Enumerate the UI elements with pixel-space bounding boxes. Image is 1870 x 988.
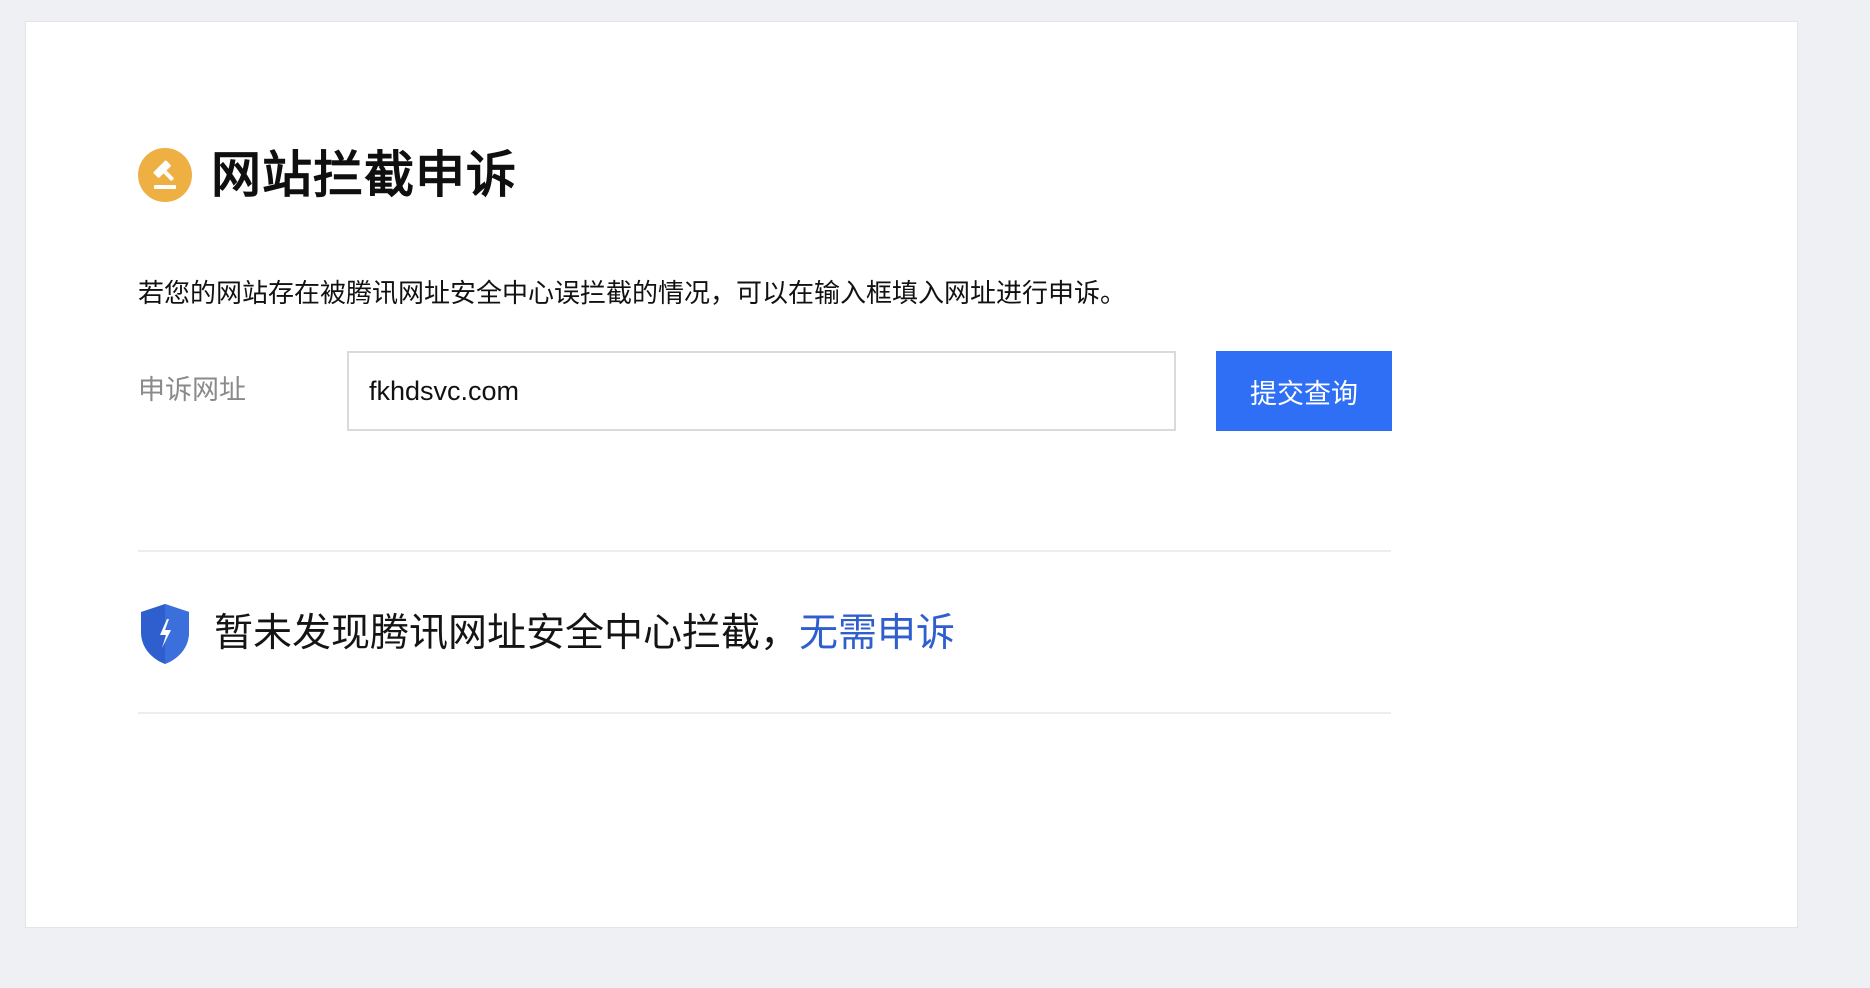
page-title: 网站拦截申诉: [211, 146, 517, 204]
url-field-label: 申诉网址: [138, 375, 246, 406]
result-message: 暂未发现腾讯网址安全中心拦截， 无需申诉: [138, 599, 955, 669]
result-text: 暂未发现腾讯网址安全中心拦截，: [214, 611, 800, 656]
gavel-icon: [138, 148, 192, 202]
page-header: 网站拦截申诉: [138, 140, 517, 210]
submit-query-button[interactable]: 提交查询: [1216, 351, 1392, 431]
no-appeal-needed-link[interactable]: 无需申诉: [799, 599, 955, 669]
appeal-card: 网站拦截申诉 若您的网站存在被腾讯网址安全中心误拦截的情况，可以在输入框填入网址…: [25, 21, 1798, 928]
divider-top: [138, 550, 1391, 552]
url-input[interactable]: [347, 351, 1176, 431]
appeal-form: 申诉网址 提交查询: [138, 351, 1418, 431]
shield-icon: [138, 602, 192, 666]
divider-bottom: [138, 712, 1391, 714]
page-description: 若您的网站存在被腾讯网址安全中心误拦截的情况，可以在输入框填入网址进行申诉。: [138, 279, 1127, 309]
